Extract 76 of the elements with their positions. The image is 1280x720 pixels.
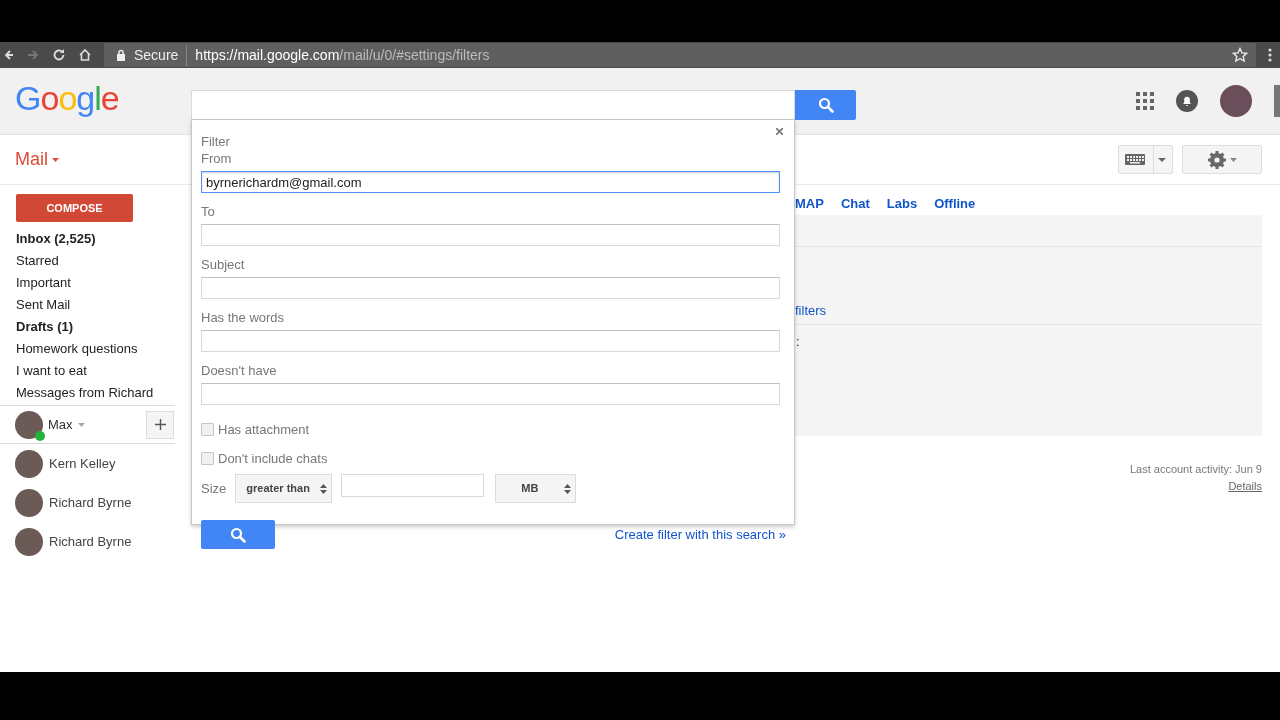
details-link[interactable]: Details [1129,477,1262,494]
create-filter-link[interactable]: Create filter with this search » [614,524,786,545]
back-arrow-icon[interactable] [4,48,14,62]
google-logo: Google [15,81,119,115]
search-field[interactable] [191,90,795,120]
close-button[interactable] [775,127,784,136]
contact-name[interactable]: Kern Kelley [49,453,116,474]
settings-tab[interactable]: Chat [840,194,870,214]
settings-tab[interactable]: Labs [886,194,918,214]
up-down-arrows-icon [320,482,328,495]
folder-item[interactable]: Sent Mail [0,294,175,316]
star-icon[interactable] [1232,47,1248,63]
keyboard-icon [1125,154,1145,165]
secure-label: Secure [134,44,188,66]
url-text: https://mail.google.com/mail/u/0/#settings/filters [195,45,490,65]
address-bar[interactable]: Secure https://mail.google.com/mail/u/0/#settings/filters [104,43,1256,67]
contact-name[interactable]: Richard Byrne [49,531,132,552]
filters-link[interactable]: filters [795,301,827,321]
colon-text: : [796,333,800,351]
search-button[interactable] [795,90,856,120]
last-activity-text: Last account activity: Jun 9 [1129,462,1262,477]
settings-icon [1207,150,1226,169]
search-icon [230,526,246,543]
folder-item[interactable]: I want to eat [0,360,175,382]
add-button[interactable] [146,410,174,439]
checkbox[interactable] [201,423,214,437]
input-field[interactable] [201,277,780,299]
folder-item[interactable]: Inbox (2,525) [0,228,175,250]
menu-icon[interactable] [1268,47,1272,63]
lock-icon [116,49,126,61]
compose-button[interactable]: COMPOSE [16,194,133,222]
size-operator-select[interactable]: greater than [235,474,333,503]
caret-icon [1158,157,1166,162]
close-icon [776,128,783,135]
size-unit-select[interactable]: MB [495,474,577,503]
field-label: To [201,203,216,220]
input-field[interactable] [201,330,780,352]
account-name[interactable]: Max [48,414,73,435]
field-label: Has the words [201,309,286,326]
field-label: From [201,150,233,167]
folder-item[interactable]: Important [0,272,175,294]
input-field[interactable]: byrnerichardm@gmail.com [201,171,780,193]
size-label: Size [201,480,227,498]
input-field[interactable] [201,383,780,405]
input-field[interactable] [201,224,780,246]
folder-item[interactable]: Starred [0,250,175,272]
settings-tab[interactable]: MAP [795,194,824,214]
folder-item[interactable]: Drafts (1) [0,316,175,338]
search-button[interactable] [201,520,275,549]
up-down-arrows-icon [564,482,572,495]
notification-bell-icon[interactable] [1176,90,1198,112]
avatar [15,527,43,556]
field-label: Subject [201,256,246,273]
home-icon[interactable] [78,48,92,62]
field-label: Doesn't have [201,362,278,379]
avatar [15,488,43,517]
search-icon [817,97,834,113]
settings-button[interactable] [1182,145,1262,174]
caret-icon [77,422,85,427]
input-tools-button[interactable] [1118,145,1173,174]
contact-name[interactable]: Richard Byrne [49,492,132,513]
checkbox[interactable] [201,451,214,465]
settings-tab[interactable]: Offline [934,194,976,214]
apps-grid-icon[interactable] [1136,92,1154,110]
size-input[interactable] [341,474,485,497]
avatar [15,449,43,478]
caret-icon [1229,157,1237,162]
folder-item[interactable]: Homework questions [0,338,175,360]
checkbox-label: Has attachment [218,421,310,439]
folder-item[interactable]: Messages from Richard [0,382,175,404]
dialog-title: Filter [201,133,230,150]
plus-icon [154,419,166,430]
reload-icon[interactable] [52,48,66,62]
caret-icon [52,157,59,162]
mail-menu[interactable]: Mail [15,146,59,173]
checkbox-label: Don't include chats [218,449,328,468]
